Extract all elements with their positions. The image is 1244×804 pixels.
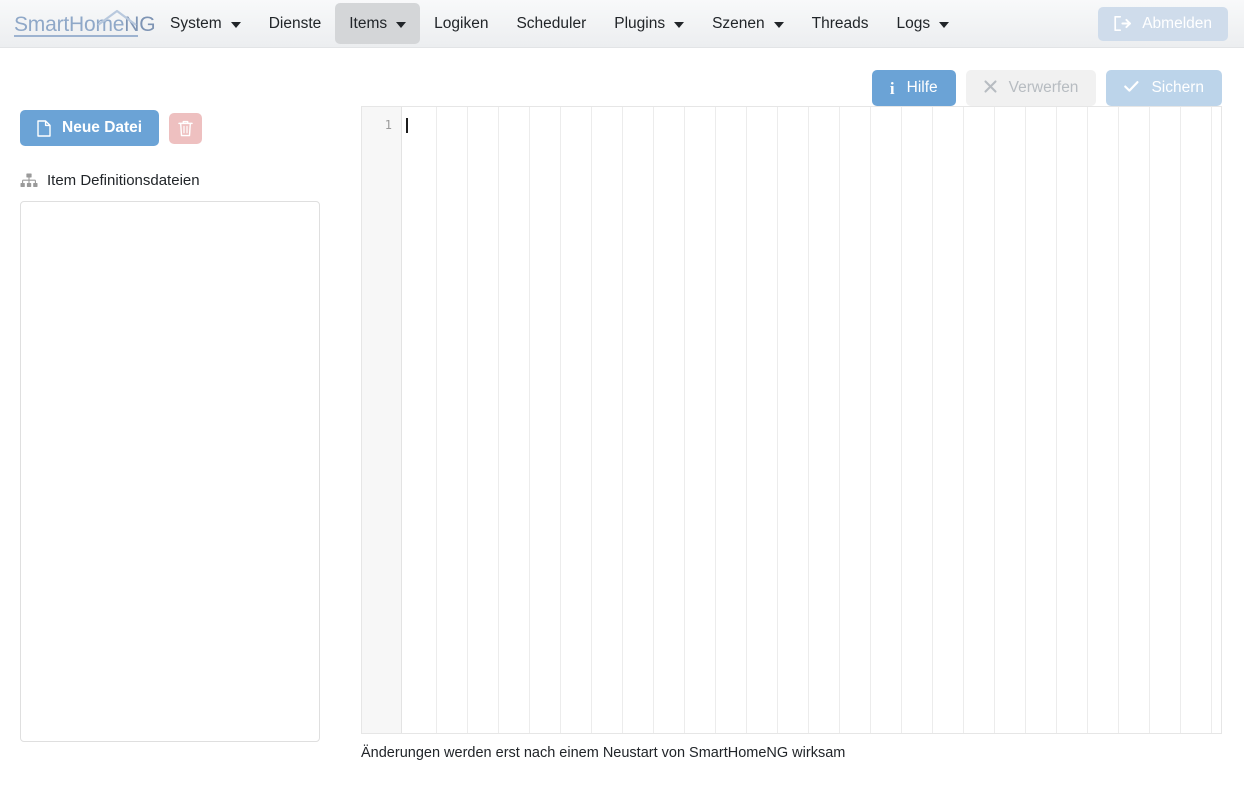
file-list[interactable] xyxy=(20,201,320,742)
nav-item-items[interactable]: Items xyxy=(335,3,421,44)
sitemap-icon xyxy=(20,173,38,188)
navbar-right: Abmelden xyxy=(1098,0,1244,47)
text-cursor xyxy=(406,118,408,133)
file-list-label-text: Item Definitionsdateien xyxy=(47,172,200,189)
sidebar: Neue Datei Item Definitionsdateien xyxy=(20,106,320,761)
nav-item-system[interactable]: System xyxy=(156,0,255,47)
chevron-down-icon xyxy=(230,21,241,28)
chevron-down-icon xyxy=(396,21,407,28)
discard-button[interactable]: Verwerfen xyxy=(965,70,1097,106)
chevron-down-icon xyxy=(674,21,685,28)
nav-item-label: System xyxy=(170,14,222,32)
nav-item-logiken[interactable]: Logiken xyxy=(420,0,502,47)
save-button[interactable]: Sichern xyxy=(1106,70,1222,106)
chevron-down-icon xyxy=(939,21,950,28)
navbar: SmartHomeNG System Dienste Items Logiken… xyxy=(0,0,1244,48)
brand-text: SmartHomeNG xyxy=(14,12,156,37)
sign-out-icon xyxy=(1114,15,1132,32)
info-icon: i xyxy=(889,78,895,98)
nav-item-label: Items xyxy=(349,14,388,32)
nav-item-threads[interactable]: Threads xyxy=(798,0,883,47)
times-icon xyxy=(984,80,997,96)
trash-icon xyxy=(178,120,193,137)
new-file-label: Neue Datei xyxy=(62,119,143,136)
nav-item-dienste[interactable]: Dienste xyxy=(255,0,336,47)
help-button[interactable]: i Hilfe xyxy=(871,70,956,106)
action-bar: i Hilfe Verwerfen Sichern xyxy=(0,48,1244,106)
logout-button[interactable]: Abmelden xyxy=(1098,6,1228,41)
help-label: Hilfe xyxy=(906,79,938,97)
restart-note: Änderungen werden erst nach einem Neusta… xyxy=(361,745,846,761)
brand-text-smarthome: SmartHome xyxy=(14,12,125,36)
nav-item-label: Threads xyxy=(811,14,869,32)
nav-item-label: Dienste xyxy=(268,14,322,32)
nav-item-plugins[interactable]: Plugins xyxy=(600,0,698,47)
code-line[interactable] xyxy=(402,117,1221,134)
nav-item-scheduler[interactable]: Scheduler xyxy=(502,0,600,47)
file-icon xyxy=(37,119,51,137)
new-file-button[interactable]: Neue Datei xyxy=(20,110,160,146)
nav-item-label: Szenen xyxy=(712,14,765,32)
logout-label: Abmelden xyxy=(1142,14,1212,32)
nav-item-label: Plugins xyxy=(614,14,666,32)
discard-label: Verwerfen xyxy=(1008,79,1079,97)
file-list-label: Item Definitionsdateien xyxy=(20,172,320,189)
delete-file-button[interactable] xyxy=(169,112,203,144)
nav-item-label: Logiken xyxy=(434,14,489,32)
nav-item-label: Logs xyxy=(896,14,931,32)
line-number: 1 xyxy=(384,118,392,132)
nav-item-szenen[interactable]: Szenen xyxy=(698,0,798,47)
main-content: Neue Datei Item Definitionsdateien 1 Änd… xyxy=(0,106,1244,761)
brand-text-ng: NG xyxy=(124,12,156,36)
editor-wrap: 1 Änderungen werden erst nach einem Neus… xyxy=(361,106,1222,761)
save-label: Sichern xyxy=(1151,79,1204,97)
brand-logo-graphic: SmartHomeNG xyxy=(14,9,156,39)
brand-underline xyxy=(14,34,138,37)
sidebar-actions: Neue Datei xyxy=(20,110,320,146)
editor-gutter: 1 xyxy=(362,107,402,733)
nav-items: System Dienste Items Logiken Scheduler P… xyxy=(156,0,963,47)
editor-code-area[interactable] xyxy=(402,107,1221,733)
check-icon xyxy=(1124,80,1139,96)
code-editor[interactable]: 1 xyxy=(361,106,1222,734)
brand-logo[interactable]: SmartHomeNG xyxy=(14,0,156,47)
nav-item-logs[interactable]: Logs xyxy=(883,0,964,47)
chevron-down-icon xyxy=(773,21,784,28)
nav-item-label: Scheduler xyxy=(516,14,587,32)
